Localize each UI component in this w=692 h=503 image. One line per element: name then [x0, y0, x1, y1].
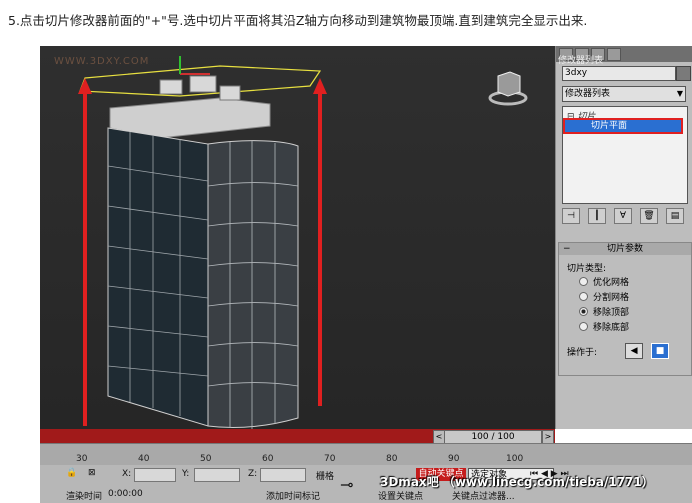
slice-parameters-rollout: − 切片参数 切片类型: 优化网格 分割网格 移除顶部 移除底部 操作于: ◀ … [558, 242, 692, 376]
z-coord-field[interactable] [260, 468, 306, 482]
face-mode-button[interactable]: ◀ [625, 343, 644, 359]
radio-remove-top[interactable]: 移除顶部 [579, 305, 629, 318]
object-name-field[interactable]: 3dxy [562, 66, 676, 81]
ruler-tick: 50 [200, 454, 212, 464]
radio-icon[interactable] [579, 322, 588, 331]
ruler-tick: 30 [76, 454, 88, 464]
building-scene [78, 56, 327, 429]
poly-mode-button[interactable]: ■ [651, 343, 670, 359]
radio-icon[interactable] [579, 292, 588, 301]
source-watermark: 3Dmax吧 （www.linecg.com/tieba/1771） [380, 475, 654, 489]
radio-label: 分割网格 [593, 293, 630, 303]
instruction-caption: 5.点击切片修改器前面的"+"号.选中切片平面将其沿Z轴方向移动到建筑物最顶端.… [8, 13, 588, 28]
x-coord-field[interactable] [134, 468, 176, 482]
make-unique-icon[interactable]: ∀ [614, 208, 632, 224]
operate-on-label: 操作于: [567, 347, 598, 358]
z-label: Z: [248, 469, 258, 479]
operate-on-row: 操作于: ◀ ■ [567, 343, 670, 359]
rollout-header[interactable]: − 切片参数 [559, 243, 691, 255]
stack-item-slice-plane[interactable]: 切片平面 [563, 118, 683, 134]
selection-lock-icon[interactable]: ⊠ [88, 468, 96, 478]
key-filters-button[interactable]: 关键点过滤器... [452, 489, 515, 502]
radio-label: 移除顶部 [593, 308, 630, 318]
perspective-viewport[interactable]: WWW.3DXY.COM [40, 46, 555, 429]
grid-label: 栅格 [316, 472, 335, 482]
modifier-stack: ⊟ 切片 切片平面 [562, 106, 688, 204]
radio-label: 优化网格 [593, 278, 630, 288]
y-coord-field[interactable] [194, 468, 240, 482]
remove-modifier-icon[interactable]: 🗑 [640, 208, 658, 224]
chevron-down-icon: ▼ [676, 89, 683, 98]
radio-label: 移除底部 [593, 323, 630, 333]
configure-sets-icon[interactable]: ▤ [666, 208, 684, 224]
ruler-tick: 40 [138, 454, 150, 464]
ruler-tick: 90 [448, 454, 460, 464]
ruler-tick: 100 [506, 454, 524, 464]
collapse-icon[interactable]: − [563, 243, 571, 255]
ruler-tick: 70 [324, 454, 336, 464]
viewcube-icon[interactable] [488, 66, 528, 108]
command-panel: 修改器列表 3dxy 修改器列表 ▼ ⊟ 切片 切片平面 ⊣ ┃ ∀ 🗑 ▤ −… [555, 46, 692, 429]
time-slider[interactable]: 100 / 100 [444, 430, 542, 444]
show-end-result-icon[interactable]: ┃ [588, 208, 606, 224]
pin-stack-icon[interactable]: ⊣ [562, 208, 580, 224]
object-color-swatch[interactable] [676, 66, 691, 81]
radio-split-mesh[interactable]: 分割网格 [579, 290, 629, 303]
next-frame-icon[interactable]: > [542, 430, 554, 444]
panel-tab-label: 修改器列表 [558, 56, 604, 66]
slice-type-label: 切片类型: [567, 264, 607, 274]
ruler-tick: 60 [262, 454, 274, 464]
lock-icon[interactable]: 🔒 [66, 468, 77, 478]
stack-toolbar: ⊣ ┃ ∀ 🗑 ▤ [562, 208, 686, 224]
radio-icon[interactable] [579, 277, 588, 286]
modifier-list-dropdown[interactable]: 修改器列表 ▼ [562, 86, 686, 102]
motion-tab-icon[interactable] [607, 47, 621, 61]
time-ruler[interactable]: 30 40 50 60 70 80 90 100 [40, 443, 692, 466]
rollout-title: 切片参数 [606, 244, 643, 254]
add-time-tag-button[interactable]: 添加时间标记 [266, 489, 320, 502]
radio-remove-bottom[interactable]: 移除底部 [579, 320, 629, 333]
radio-refine-mesh[interactable]: 优化网格 [579, 275, 629, 288]
set-key-button[interactable]: 设置关键点 [378, 489, 423, 502]
radio-selected-icon[interactable] [579, 307, 588, 316]
modifier-list-label: 修改器列表 [565, 89, 611, 99]
key-icon[interactable]: ⊸ [340, 475, 353, 494]
y-label: Y: [182, 469, 190, 479]
render-time-value: 0:00:00 [108, 489, 143, 499]
ruler-tick: 80 [386, 454, 398, 464]
render-time-label: 渲染时间 [66, 492, 103, 502]
x-label: X: [122, 469, 132, 479]
